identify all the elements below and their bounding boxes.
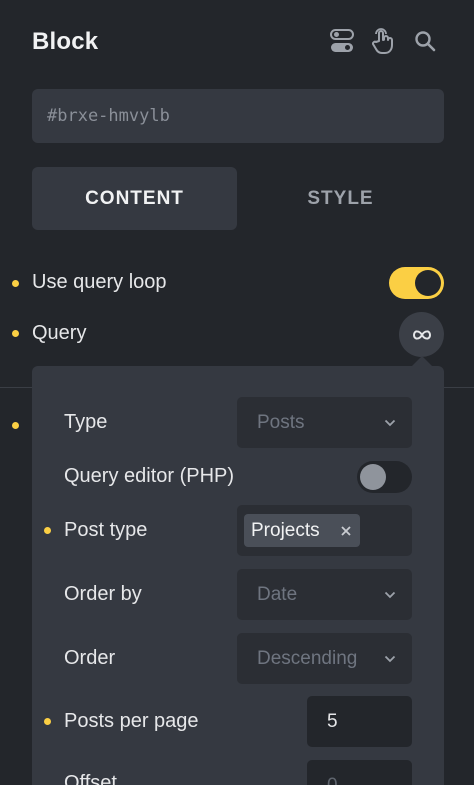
chevron-down-icon	[384, 569, 396, 620]
close-icon[interactable]	[340, 514, 352, 547]
order-select[interactable]: Descending	[237, 633, 412, 684]
use-query-loop-label: Use query loop	[32, 271, 167, 293]
query-label: Query	[32, 322, 87, 344]
offset-input[interactable]: 0	[307, 760, 412, 785]
panel-title: Block	[32, 28, 99, 55]
order-by-placeholder: Date	[257, 584, 298, 605]
posts-per-page-label: Posts per page	[64, 710, 199, 732]
tab-style[interactable]: STYLE	[238, 167, 443, 230]
infinity-icon	[412, 329, 431, 340]
post-type-tag-label: Projects	[251, 520, 320, 541]
type-label: Type	[64, 411, 108, 433]
query-editor-label: Query editor (PHP)	[64, 465, 235, 487]
toggle-knob	[415, 270, 441, 296]
changed-indicator-dot	[12, 422, 19, 429]
block-panel: Block #brxe-hmvylb CONTENT STYLE Use que…	[0, 0, 474, 785]
order-by-select[interactable]: Date	[237, 569, 412, 620]
type-select[interactable]: Posts	[237, 397, 412, 448]
query-editor-toggle[interactable]	[357, 461, 412, 493]
query-settings-button[interactable]	[399, 312, 444, 357]
changed-indicator-dot	[12, 280, 19, 287]
post-type-label: Post type	[64, 519, 148, 541]
chevron-down-icon	[384, 633, 396, 684]
element-id-field[interactable]: #brxe-hmvylb	[32, 89, 444, 143]
offset-label: Offset	[64, 772, 117, 785]
changed-indicator-dot	[12, 330, 19, 337]
chevron-down-icon	[384, 397, 396, 448]
toggle-knob	[360, 464, 386, 490]
toggle-settings-icon[interactable]	[327, 26, 357, 56]
use-query-loop-toggle[interactable]	[389, 267, 444, 299]
changed-indicator-dot	[44, 527, 51, 534]
changed-indicator-dot	[44, 718, 51, 725]
search-icon[interactable]	[410, 26, 440, 56]
order-placeholder: Descending	[257, 648, 358, 669]
panel-header: Block	[0, 0, 474, 84]
order-by-label: Order by	[64, 583, 142, 605]
popup-arrow	[412, 356, 432, 366]
tab-content[interactable]: CONTENT	[32, 167, 237, 230]
order-label: Order	[64, 647, 116, 669]
type-select-value: Posts	[257, 412, 305, 433]
post-type-select[interactable]: Projects	[237, 505, 412, 556]
pointer-click-icon[interactable]	[368, 26, 398, 56]
posts-per-page-input[interactable]: 5	[307, 696, 412, 747]
post-type-tag: Projects	[244, 514, 360, 547]
